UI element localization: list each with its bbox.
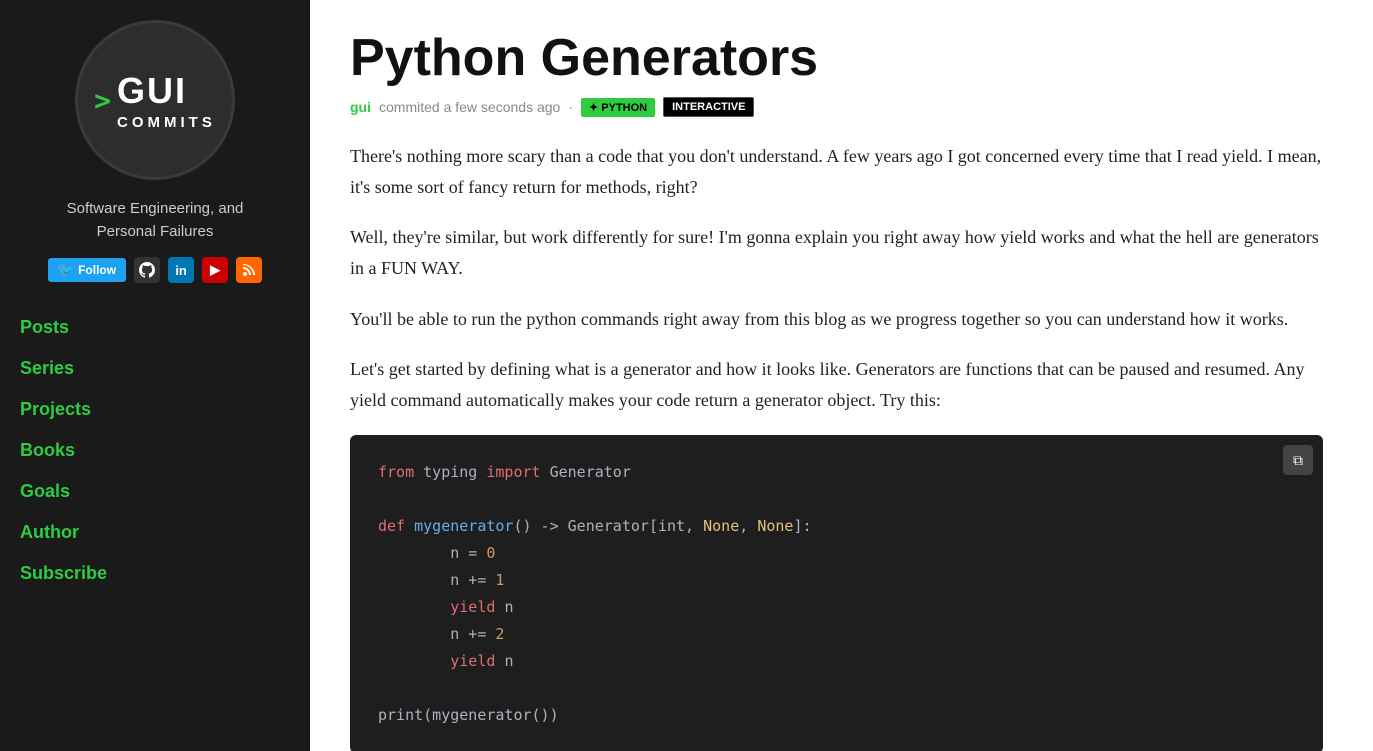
logo-commits-text: COMMITS — [117, 114, 216, 131]
logo: > GUI COMMITS — [75, 20, 235, 180]
sidebar-item-goals[interactable]: Goals — [20, 471, 290, 512]
copy-code-button[interactable]: ⧉ — [1283, 445, 1313, 475]
youtube-icon[interactable]: ▶ — [202, 257, 228, 283]
code-line-7: yield n — [378, 648, 1295, 675]
code-line-5: yield n — [378, 594, 1295, 621]
sidebar-item-subscribe[interactable]: Subscribe — [20, 553, 290, 594]
code-line-6: n += 2 — [378, 621, 1295, 648]
meta-separator: · — [568, 99, 573, 115]
sidebar: > GUI COMMITS Software Engineering, and … — [0, 0, 310, 751]
main-content: Python Generators gui commited a few sec… — [310, 0, 1373, 751]
paragraph-3: You'll be able to run the python command… — [350, 304, 1323, 335]
code-line-2: def mygenerator() -> Generator[int, None… — [378, 513, 1295, 540]
code-empty-1 — [378, 486, 1295, 513]
code-empty-2 — [378, 675, 1295, 702]
badge-python[interactable]: ✦ PYTHON — [581, 98, 655, 117]
twitter-follow-button[interactable]: 🐦 Follow — [48, 258, 126, 282]
post-title: Python Generators — [350, 30, 1323, 87]
code-line-3: n = 0 — [378, 540, 1295, 567]
post-time: commited a few seconds ago — [379, 99, 560, 115]
sidebar-item-author[interactable]: Author — [20, 512, 290, 553]
sidebar-item-books[interactable]: Books — [20, 430, 290, 471]
paragraph-4: Let's get started by defining what is a … — [350, 354, 1323, 415]
social-links-row: 🐦 Follow in ▶ — [48, 257, 262, 283]
github-icon[interactable] — [134, 257, 160, 283]
linkedin-icon[interactable]: in — [168, 257, 194, 283]
code-line-1: from typing import Generator — [378, 459, 1295, 486]
site-tagline: Software Engineering, and Personal Failu… — [47, 198, 264, 243]
post-meta: gui commited a few seconds ago · ✦ PYTHO… — [350, 97, 1323, 117]
post-author[interactable]: gui — [350, 99, 371, 115]
badge-interactive[interactable]: INTERACTIVE — [663, 97, 754, 117]
twitter-icon: 🐦 — [58, 262, 74, 278]
sidebar-item-series[interactable]: Series — [20, 348, 290, 389]
paragraph-2: Well, they're similar, but work differen… — [350, 222, 1323, 283]
rss-icon[interactable] — [236, 257, 262, 283]
code-block: ⧉ from typing import Generator def mygen… — [350, 435, 1323, 751]
sidebar-item-posts[interactable]: Posts — [20, 307, 290, 348]
code-line-8: print(mygenerator()) — [378, 702, 1295, 729]
code-line-4: n += 1 — [378, 567, 1295, 594]
logo-gui-text: GUI — [117, 70, 216, 112]
paragraph-1: There's nothing more scary than a code t… — [350, 141, 1323, 202]
follow-label: Follow — [78, 263, 116, 277]
nav-menu: Posts Series Projects Books Goals Author… — [0, 307, 310, 594]
logo-arrow-icon: > — [94, 84, 111, 117]
sidebar-item-projects[interactable]: Projects — [20, 389, 290, 430]
